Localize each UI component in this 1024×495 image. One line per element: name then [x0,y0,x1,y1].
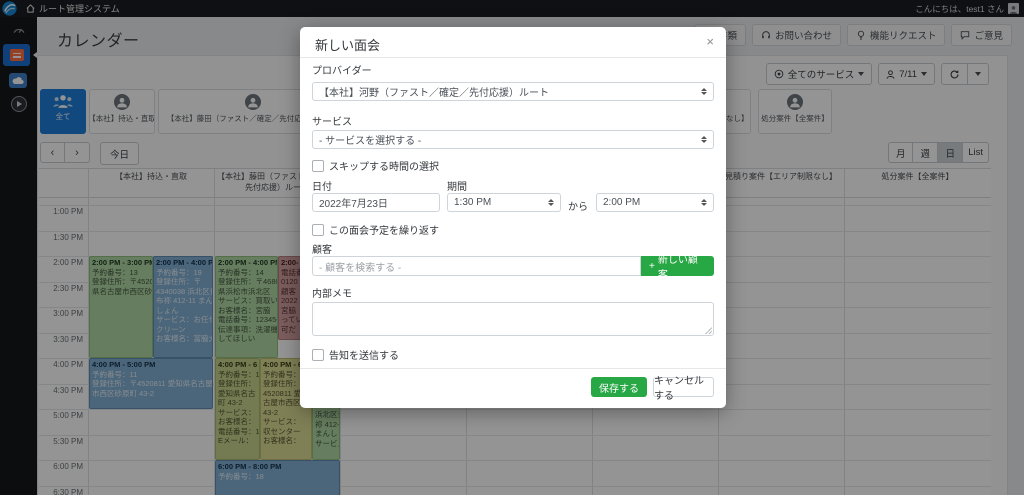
service-select[interactable]: - サービスを選択する - [312,130,714,149]
end-time-select[interactable]: 2:00 PM [596,193,714,212]
notify-checkbox-row: 告知を送信する [312,347,399,362]
select-caret-icon [701,136,707,143]
notify-checkbox[interactable] [312,349,324,361]
repeat-checkbox[interactable] [312,224,324,236]
from-text: から [568,198,588,213]
provider-label: プロバイダー [312,62,372,77]
app-root: ルート管理システム こんにちは、test1 さん カレンダー ? 書類 [0,0,1024,495]
period-label: 期間 [447,178,467,193]
plus-icon: + [649,261,655,272]
select-caret-icon [701,88,707,95]
skip-time-checkbox[interactable] [312,160,324,172]
new-customer-button[interactable]: + 新しい顧客 [641,256,714,276]
modal-footer-divider [300,368,726,369]
service-label: サービス [312,113,352,128]
select-caret-icon [701,199,707,206]
date-input[interactable]: 2022年7月23日 [312,193,440,212]
close-icon[interactable]: × [706,34,714,49]
memo-textarea[interactable] [312,302,714,336]
cancel-button[interactable]: キャンセルする [653,377,714,397]
skip-time-checkbox-row: スキップする時間の選択 [312,158,439,173]
modal-title: 新しい面会 [315,35,380,54]
new-appointment-modal: 新しい面会 × プロバイダー 【本社】河野（ファスト／確定／先付応援）ルート サ… [300,27,726,408]
start-time-select[interactable]: 1:30 PM [447,193,561,212]
modal-header: 新しい面会 × [300,27,726,58]
customer-label: 顧客 [312,241,332,256]
customer-search-input[interactable]: - 顧客を検索する - [312,256,641,276]
repeat-checkbox-row: この面会予定を繰り返す [312,222,439,237]
memo-label: 内部メモ [312,285,352,300]
select-caret-icon [548,199,554,206]
date-label: 日付 [312,178,332,193]
save-button[interactable]: 保存する [591,377,647,397]
provider-select[interactable]: 【本社】河野（ファスト／確定／先付応援）ルート [312,82,714,101]
